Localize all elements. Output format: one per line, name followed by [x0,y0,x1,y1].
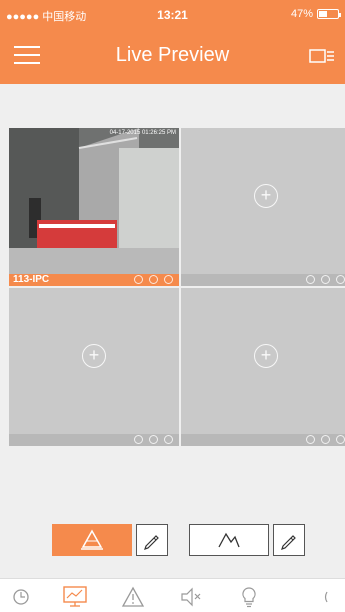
page-title: Live Preview [115,44,230,66]
camera-feed: 04-17-2015 01:26:25 PM [9,128,179,274]
scene-icon [81,529,103,550]
add-camera-icon[interactable]: + [254,344,278,368]
cell-status-bar [181,434,345,446]
cell-status-bar [9,434,179,446]
preview-cell-1[interactable]: 04-17-2015 01:26:25 PM 113-IPC [9,128,179,286]
microphone-icon[interactable] [149,275,158,284]
cell-controls [306,435,345,444]
mode-controls-right [189,524,305,556]
zoom-icon[interactable] [306,275,315,284]
battery-indicator: 47% [290,8,341,20]
camera-scene [9,128,179,274]
cell-status-bar: 113-IPC [9,274,179,286]
preview-cell-4[interactable]: + [181,288,345,446]
mountain-icon [218,532,240,548]
playback-icon[interactable] [6,585,36,609]
alarm-icon[interactable] [118,585,148,609]
battery-percent: 47% [290,8,313,20]
app-header: ●●●●● 中国移动 13:21 47% Live Preview [0,0,345,84]
battery-fill [319,11,327,17]
edit-mountain-button[interactable] [273,524,305,556]
microphone-icon[interactable] [321,435,330,444]
monitor-icon[interactable] [60,585,90,609]
add-camera-icon[interactable]: + [82,344,106,368]
record-icon[interactable] [164,275,173,284]
record-icon[interactable] [336,275,345,284]
mode-controls-left [52,524,168,556]
microphone-icon[interactable] [321,275,330,284]
preview-grid: 04-17-2015 01:26:25 PM 113-IPC + + + [9,128,345,446]
light-icon[interactable] [234,585,264,609]
zoom-icon[interactable] [134,435,143,444]
pencil-icon [281,535,296,550]
status-bar: ●●●●● 中国移动 13:21 47% [0,0,345,26]
camera-list-icon[interactable] [309,46,335,66]
camera-name: 113-IPC [13,274,50,285]
microphone-icon[interactable] [149,435,158,444]
add-camera-icon[interactable]: + [254,184,278,208]
preview-cell-3[interactable]: + [9,288,179,446]
preview-cell-2[interactable]: + [181,128,345,286]
cell-controls [306,275,345,284]
camera-timestamp: 04-17-2015 01:26:25 PM [109,130,176,136]
cell-controls [134,275,173,284]
zoom-icon[interactable] [134,275,143,284]
mountain-mode-button[interactable] [189,524,269,556]
more-icon[interactable] [312,585,342,609]
mute-icon[interactable] [176,585,206,609]
cell-status-bar [181,274,345,286]
cell-controls [134,435,173,444]
edit-scene-button[interactable] [136,524,168,556]
record-icon[interactable] [164,435,173,444]
zoom-icon[interactable] [306,435,315,444]
battery-icon [317,9,341,19]
pencil-icon [144,535,159,550]
scene-mode-button[interactable] [52,524,132,556]
bottom-toolbar [0,578,345,612]
record-icon[interactable] [336,435,345,444]
